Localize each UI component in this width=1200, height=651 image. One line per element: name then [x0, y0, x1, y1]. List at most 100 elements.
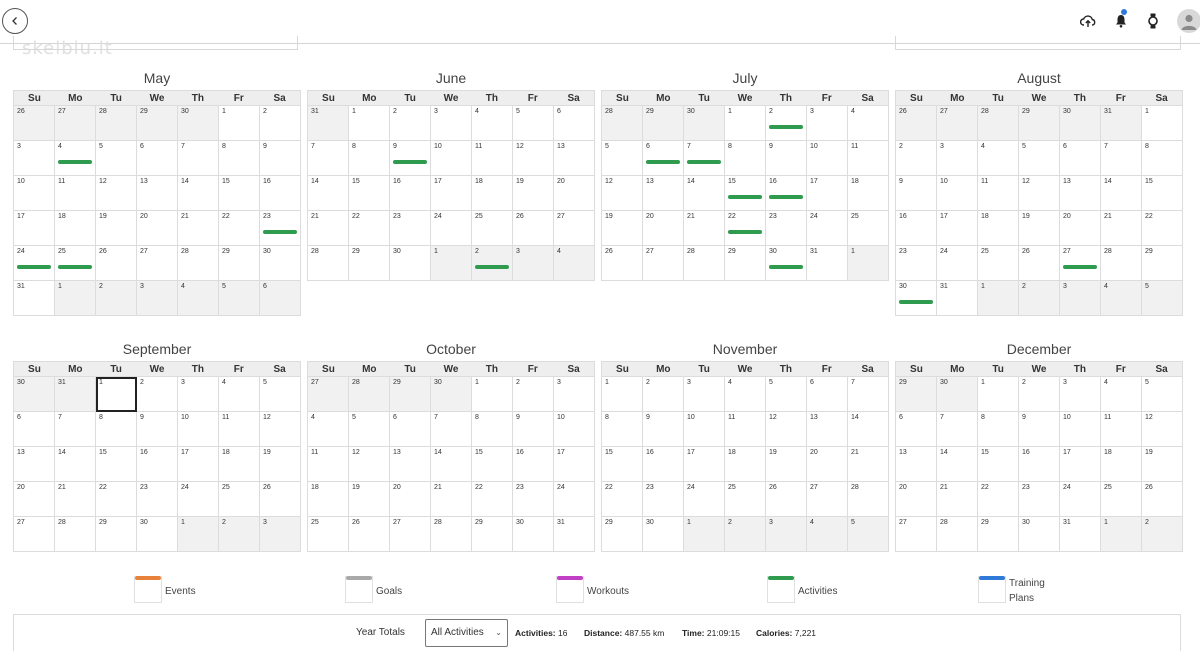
- day-cell[interactable]: 9: [390, 141, 431, 176]
- day-cell[interactable]: 2: [896, 141, 937, 176]
- day-cell[interactable]: 21: [1101, 211, 1142, 246]
- day-cell[interactable]: 28: [431, 517, 472, 552]
- day-cell[interactable]: 4: [472, 106, 513, 141]
- day-cell-outside[interactable]: 29: [390, 377, 431, 412]
- day-cell[interactable]: 8: [219, 141, 260, 176]
- day-cell[interactable]: 29: [349, 246, 390, 281]
- day-cell[interactable]: 1: [725, 106, 766, 141]
- day-cell[interactable]: 10: [937, 176, 978, 211]
- day-cell[interactable]: 27: [390, 517, 431, 552]
- activity-marker[interactable]: [728, 195, 762, 199]
- day-cell[interactable]: 13: [554, 141, 595, 176]
- day-cell[interactable]: 6: [14, 412, 55, 447]
- day-cell[interactable]: 23: [390, 211, 431, 246]
- day-cell[interactable]: 10: [807, 141, 848, 176]
- day-cell[interactable]: 27: [137, 246, 178, 281]
- day-cell[interactable]: 29: [725, 246, 766, 281]
- day-cell-outside[interactable]: 5: [1142, 281, 1183, 316]
- day-cell[interactable]: 28: [1101, 246, 1142, 281]
- day-cell[interactable]: 13: [896, 447, 937, 482]
- day-cell[interactable]: 27: [1060, 246, 1101, 281]
- day-cell[interactable]: 18: [725, 447, 766, 482]
- day-cell[interactable]: 21: [684, 211, 725, 246]
- day-cell[interactable]: 14: [431, 447, 472, 482]
- day-cell[interactable]: 3: [1060, 377, 1101, 412]
- day-cell[interactable]: 15: [978, 447, 1019, 482]
- day-cell[interactable]: 9: [896, 176, 937, 211]
- day-cell[interactable]: 14: [55, 447, 96, 482]
- day-cell[interactable]: 20: [643, 211, 684, 246]
- day-cell[interactable]: 10: [431, 141, 472, 176]
- day-cell[interactable]: 6: [807, 377, 848, 412]
- day-cell[interactable]: 10: [178, 412, 219, 447]
- day-cell[interactable]: 7: [431, 412, 472, 447]
- day-cell-outside[interactable]: 29: [643, 106, 684, 141]
- day-cell[interactable]: 27: [643, 246, 684, 281]
- day-cell-outside[interactable]: 1: [431, 246, 472, 281]
- activity-marker[interactable]: [17, 265, 51, 269]
- day-cell[interactable]: 3: [14, 141, 55, 176]
- day-cell[interactable]: 12: [602, 176, 643, 211]
- day-cell[interactable]: 10: [1060, 412, 1101, 447]
- day-cell-outside[interactable]: 3: [766, 517, 807, 552]
- day-cell[interactable]: 31: [14, 281, 55, 316]
- day-cell[interactable]: 14: [1101, 176, 1142, 211]
- day-cell[interactable]: 4: [1101, 377, 1142, 412]
- activity-marker[interactable]: [646, 160, 680, 164]
- day-cell[interactable]: 5: [513, 106, 554, 141]
- day-cell[interactable]: 17: [1060, 447, 1101, 482]
- day-cell[interactable]: 23: [766, 211, 807, 246]
- day-cell[interactable]: 23: [896, 246, 937, 281]
- day-cell[interactable]: 16: [260, 176, 301, 211]
- day-cell[interactable]: 21: [431, 482, 472, 517]
- activity-marker[interactable]: [687, 160, 721, 164]
- day-cell[interactable]: 12: [349, 447, 390, 482]
- day-cell[interactable]: 18: [978, 211, 1019, 246]
- day-cell[interactable]: 10: [14, 176, 55, 211]
- day-cell[interactable]: 15: [602, 447, 643, 482]
- day-cell[interactable]: 3: [431, 106, 472, 141]
- day-cell[interactable]: 30: [390, 246, 431, 281]
- day-cell[interactable]: 15: [219, 176, 260, 211]
- day-cell[interactable]: 11: [308, 447, 349, 482]
- day-cell[interactable]: 2: [137, 377, 178, 412]
- day-cell[interactable]: 19: [1019, 211, 1060, 246]
- day-cell[interactable]: 19: [349, 482, 390, 517]
- day-cell[interactable]: 1: [1142, 106, 1183, 141]
- day-cell-outside[interactable]: 1: [978, 281, 1019, 316]
- day-cell[interactable]: 26: [1142, 482, 1183, 517]
- day-cell[interactable]: 31: [807, 246, 848, 281]
- day-cell[interactable]: 3: [684, 377, 725, 412]
- day-cell[interactable]: 18: [472, 176, 513, 211]
- day-cell[interactable]: 23: [513, 482, 554, 517]
- legend-item-training-plans[interactable]: Training Plans: [978, 576, 1059, 606]
- activity-marker[interactable]: [769, 265, 803, 269]
- day-cell-outside[interactable]: 27: [55, 106, 96, 141]
- day-cell[interactable]: 7: [178, 141, 219, 176]
- day-cell[interactable]: 18: [848, 176, 889, 211]
- day-cell[interactable]: 4: [978, 141, 1019, 176]
- day-cell[interactable]: 8: [96, 412, 137, 447]
- day-cell-outside[interactable]: 28: [96, 106, 137, 141]
- day-cell-outside[interactable]: 3: [1060, 281, 1101, 316]
- day-cell[interactable]: 13: [807, 412, 848, 447]
- day-cell[interactable]: 24: [431, 211, 472, 246]
- day-cell[interactable]: 1: [472, 377, 513, 412]
- day-cell[interactable]: 21: [308, 211, 349, 246]
- day-cell[interactable]: 20: [807, 447, 848, 482]
- day-cell-outside[interactable]: 30: [937, 377, 978, 412]
- day-cell[interactable]: 25: [472, 211, 513, 246]
- day-cell[interactable]: 26: [602, 246, 643, 281]
- day-cell-outside[interactable]: 28: [349, 377, 390, 412]
- day-cell[interactable]: 26: [349, 517, 390, 552]
- day-cell[interactable]: 20: [137, 211, 178, 246]
- day-cell[interactable]: 14: [684, 176, 725, 211]
- day-cell-outside[interactable]: 1: [55, 281, 96, 316]
- day-cell[interactable]: 5: [766, 377, 807, 412]
- day-cell[interactable]: 11: [848, 141, 889, 176]
- day-cell[interactable]: 17: [431, 176, 472, 211]
- day-cell[interactable]: 25: [55, 246, 96, 281]
- day-cell[interactable]: 29: [219, 246, 260, 281]
- day-cell[interactable]: 25: [219, 482, 260, 517]
- day-cell[interactable]: 11: [978, 176, 1019, 211]
